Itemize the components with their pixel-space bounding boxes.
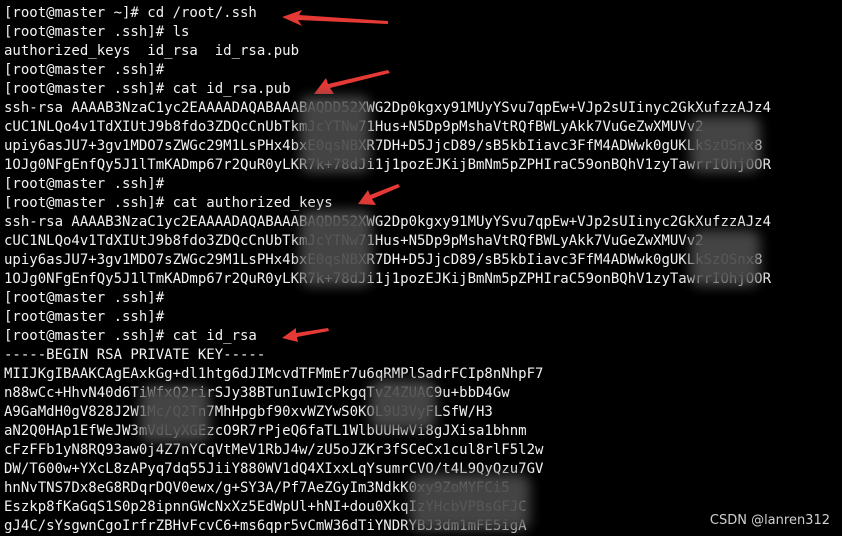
terminal-line: -----BEGIN RSA PRIVATE KEY-----: [4, 347, 266, 363]
terminal-line: cUC1NLQo4v1TdXIUtJ9b8fdo3ZDQcCnUbTkmJcYT…: [4, 232, 771, 251]
privacy-mask: [370, 380, 436, 430]
terminal-line: [root@master .ssh]# cat id_rsa: [4, 328, 257, 344]
terminal-line: 1OJg0NFgEnfQy5J1lTmKADmp67r2QuR0yLKR7k+7…: [4, 271, 772, 287]
privacy-mask: [690, 230, 760, 286]
terminal-line: ssh-rsa AAAAB3NzaC1yc2EAAAADAQABAAABAQDD…: [4, 214, 772, 230]
terminal-line: authorized_keys id_rsa id_rsa.pub: [4, 43, 300, 59]
annotation-arrow-cd-icon: [282, 10, 388, 26]
terminal-line: ssh-rsa AAAAB3NzaC1yc2EAAAADAQABAAABAQDD…: [4, 100, 772, 116]
terminal-line: hnNvTNS7Dx8eG8RDqrDQV0ewx/g+SY3A/Pf7AeZG…: [4, 480, 510, 496]
privacy-mask: [690, 116, 760, 172]
watermark: CSDN @lanren312: [709, 513, 830, 528]
annotation-arrow-cat-rsa-icon: [282, 328, 329, 342]
privacy-mask: [140, 386, 210, 442]
arrow-shape: [358, 184, 400, 205]
terminal-line: gJ4C/sYsgwnCgoIrfrZBHvFcvC6+ms6qpr5vCmW3…: [4, 518, 527, 534]
arrow-shape: [282, 328, 329, 342]
privacy-mask: [300, 210, 372, 286]
terminal-line: 1OJg0NFgEnfQy5J1lTmKADmp67r2QuR0yLKR7k+7…: [4, 157, 772, 173]
annotation-arrow-cat-pub-icon: [314, 70, 390, 94]
arrow-shape: [282, 10, 388, 26]
terminal-line: cFzFFb1yN8RQ93aw0j4Z7nYCqVtMeV1RbJ4w/zU5…: [4, 442, 544, 458]
terminal-line: cUC1NLQo4v1TdXIUtJ9b8fdo3ZDQcCnUbTkmJcYT…: [4, 118, 771, 137]
terminal-line: [root@master .ssh]#: [4, 309, 165, 325]
annotation-arrow-cat-auth-icon: [358, 184, 400, 205]
terminal-line: [root@master .ssh]#: [4, 290, 165, 306]
terminal-window[interactable]: [root@master ~]# cd /root/.ssh [root@mast…: [0, 0, 842, 536]
terminal-line: upiy6asJU7+3gv1MDO7sZWGc29M1LsPHx4bxE0qs…: [4, 252, 763, 268]
terminal-line: Eszkp8fKaGqS1S0p28ipnnGWcNxXz5EdWpUl+hNI…: [4, 499, 527, 515]
arrow-shape: [314, 70, 390, 94]
terminal-line: DW/T600w+YXcL8zAPyq7dq55JiiY880WV1dQ4XIx…: [4, 461, 544, 477]
privacy-mask: [300, 96, 370, 172]
privacy-mask: [410, 474, 530, 530]
terminal-line: upiy6asJU7+3gv1MDO7sZWGc29M1LsPHx4bxE0qs…: [4, 138, 763, 154]
